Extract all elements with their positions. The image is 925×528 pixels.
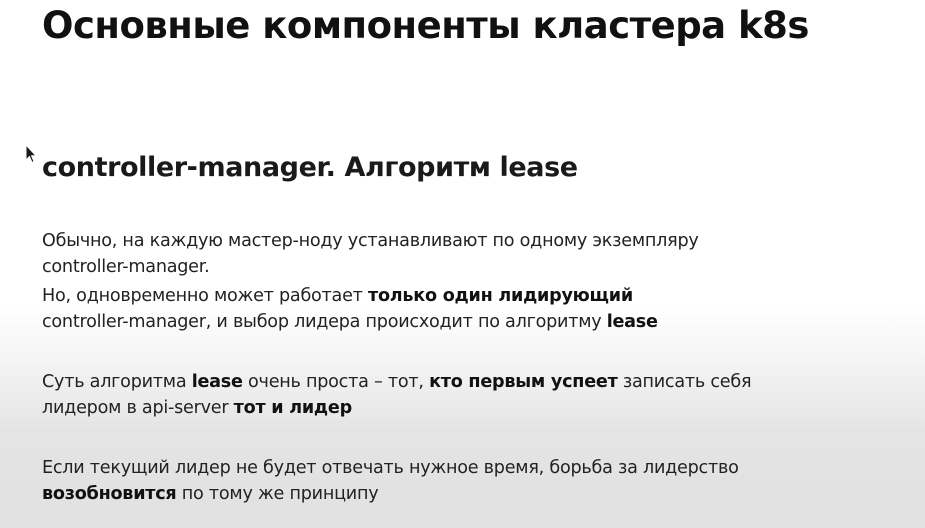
slide-title: Основные компоненты кластера k8s	[42, 4, 809, 47]
emphasis-text: возобновится	[42, 484, 177, 504]
emphasis-text: только один лидирующий	[368, 286, 633, 306]
emphasis-text: lease	[606, 312, 658, 332]
paragraph-text: очень проста – тот,	[242, 372, 430, 392]
paragraph-text: лидером в api-server	[42, 398, 234, 418]
paragraph-text: Суть алгоритма	[42, 372, 192, 392]
paragraph-text: записать себя	[617, 372, 752, 392]
paragraph-deployment: Обычно, на каждую мастер-ноду устанавлив…	[42, 228, 882, 280]
paragraph-text: Обычно, на каждую мастер-ноду устанавлив…	[42, 231, 699, 251]
emphasis-text: кто первым успеет	[429, 372, 618, 392]
slide-subtitle: controller-manager. Алгоритм lease	[42, 152, 578, 183]
emphasis-text: lease	[191, 372, 243, 392]
paragraph-text: controller-manager.	[42, 257, 210, 277]
paragraph-single-leader: Но, одновременно может работает только о…	[42, 283, 882, 335]
paragraph-text: Если текущий лидер не будет отвечать нуж…	[42, 458, 739, 478]
paragraph-algorithm-essence: Суть алгоритма lease очень проста – тот,…	[42, 369, 882, 421]
paragraph-leader-failover: Если текущий лидер не будет отвечать нуж…	[42, 455, 882, 507]
paragraph-text: Но, одновременно может работает	[42, 286, 369, 306]
mouse-pointer-icon	[25, 144, 37, 164]
emphasis-text: тот и лидер	[233, 398, 353, 418]
presentation-slide: Основные компоненты кластера k8s control…	[0, 0, 925, 528]
paragraph-text: controller-manager, и выбор лидера проис…	[42, 312, 607, 332]
paragraph-text: по тому же принципу	[176, 484, 379, 504]
